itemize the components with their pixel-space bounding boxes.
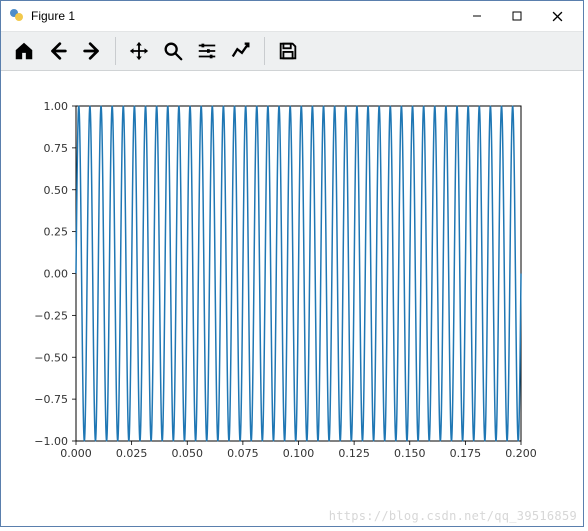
svg-text:0.100: 0.100 (283, 447, 315, 460)
svg-text:−0.50: −0.50 (34, 351, 68, 364)
svg-text:0.200: 0.200 (505, 447, 537, 460)
svg-text:0.00: 0.00 (44, 268, 69, 281)
maximize-button[interactable] (497, 2, 537, 30)
svg-text:1.00: 1.00 (44, 100, 69, 113)
home-icon[interactable] (7, 34, 41, 68)
figure-window: Figure 1 (0, 0, 584, 527)
toolbar-separator (264, 37, 265, 65)
close-button[interactable] (537, 2, 577, 30)
subplots-icon[interactable] (190, 34, 224, 68)
toolbar (1, 31, 583, 71)
svg-text:0.125: 0.125 (338, 447, 370, 460)
plot-canvas[interactable]: −1.00−0.75−0.50−0.250.000.250.500.751.00… (1, 71, 583, 526)
svg-text:0.175: 0.175 (450, 447, 482, 460)
plot-svg: −1.00−0.75−0.50−0.250.000.250.500.751.00… (1, 71, 583, 526)
svg-text:0.50: 0.50 (44, 184, 69, 197)
forward-icon[interactable] (75, 34, 109, 68)
save-icon[interactable] (271, 34, 305, 68)
svg-text:−0.25: −0.25 (34, 309, 68, 322)
svg-text:−0.75: −0.75 (34, 393, 68, 406)
svg-text:0.25: 0.25 (44, 226, 69, 239)
window-title: Figure 1 (31, 9, 457, 23)
zoom-icon[interactable] (156, 34, 190, 68)
svg-text:0.000: 0.000 (60, 447, 92, 460)
axes-icon[interactable] (224, 34, 258, 68)
back-icon[interactable] (41, 34, 75, 68)
minimize-button[interactable] (457, 2, 497, 30)
svg-text:0.050: 0.050 (172, 447, 204, 460)
svg-text:0.150: 0.150 (394, 447, 426, 460)
svg-text:0.025: 0.025 (116, 447, 148, 460)
titlebar: Figure 1 (1, 1, 583, 31)
pan-icon[interactable] (122, 34, 156, 68)
app-icon (9, 8, 25, 24)
svg-text:0.075: 0.075 (227, 447, 259, 460)
svg-text:0.75: 0.75 (44, 142, 69, 155)
toolbar-separator (115, 37, 116, 65)
